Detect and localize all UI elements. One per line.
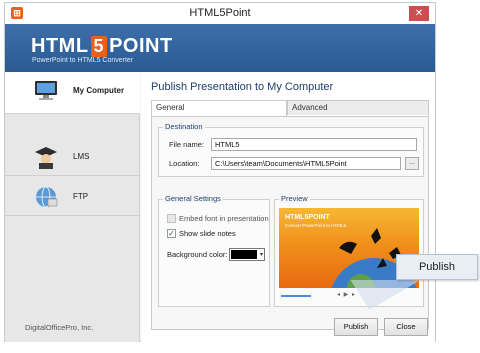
sidebar-item-ftp[interactable]: FTP — [5, 178, 140, 216]
show-notes-checkbox[interactable]: ✓ — [167, 229, 176, 238]
group-title: Preview — [279, 194, 310, 203]
window-close-button[interactable]: ✕ — [409, 6, 429, 21]
browse-button[interactable]: ... — [405, 157, 419, 170]
logo-text-left: HTML — [31, 35, 89, 57]
callout-label: Publish — [418, 261, 456, 273]
company-label: DigitalOfficePro, Inc. — [25, 323, 94, 332]
player-progress[interactable] — [281, 295, 311, 297]
general-settings-group: General Settings Embed font in presentat… — [158, 194, 270, 307]
app-window: ⊞ HTML5Point ✕ HTML 5 POINT PowerPoint to … — [0, 0, 480, 353]
chevron-down-icon: ▾ — [259, 252, 263, 258]
destination-group: Destination File name: HTML5 Location: C… — [158, 122, 424, 177]
page-title: Publish Presentation to My Computer — [151, 81, 334, 93]
color-swatch — [231, 250, 257, 259]
publish-target-sidebar: My Computer LMS FTP — [5, 72, 140, 342]
sidebar-item-label: LMS — [73, 152, 90, 161]
sidebar-item-lms[interactable]: LMS — [5, 138, 140, 176]
tab-general[interactable]: General — [151, 100, 287, 116]
sidebar-item-label: My Computer — [73, 86, 125, 95]
product-logo: HTML 5 POINT — [31, 35, 173, 58]
group-title: Destination — [163, 122, 205, 131]
embed-font-checkbox[interactable] — [167, 214, 176, 223]
show-notes-label: Show slide notes — [179, 229, 236, 238]
tab-advanced[interactable]: Advanced — [287, 100, 429, 115]
monitor-icon — [33, 79, 59, 103]
background-color-picker[interactable]: ▾ — [229, 248, 265, 261]
background-color-label: Background color: — [167, 250, 228, 259]
file-name-label: File name: — [169, 140, 205, 149]
product-tagline: PowerPoint to HTML5 Converter — [32, 57, 134, 64]
file-name-field[interactable]: HTML5 — [211, 138, 417, 151]
graduate-icon — [33, 145, 59, 169]
location-field[interactable]: C:\Users\team\Documents\HTML5Point — [211, 157, 401, 170]
publish-callout: Publish — [396, 254, 478, 280]
logo-html5-badge: 5 — [90, 36, 108, 57]
close-button[interactable]: Close — [384, 318, 428, 336]
location-label: Location: — [169, 159, 200, 168]
logo-text-right: POINT — [109, 35, 173, 57]
window-title: HTML5Point — [189, 7, 251, 19]
globe-network-icon — [33, 185, 59, 209]
title-bar[interactable]: ⊞ HTML5Point ✕ — [4, 2, 436, 24]
group-title: General Settings — [163, 194, 223, 203]
header-banner: HTML 5 POINT PowerPoint to HTML5 Converter — [5, 24, 435, 72]
embed-font-label: Embed font in presentation — [179, 214, 269, 223]
sidebar-item-my-computer[interactable]: My Computer — [5, 72, 140, 114]
publish-button[interactable]: Publish — [334, 318, 378, 336]
sidebar-item-label: FTP — [73, 192, 89, 201]
